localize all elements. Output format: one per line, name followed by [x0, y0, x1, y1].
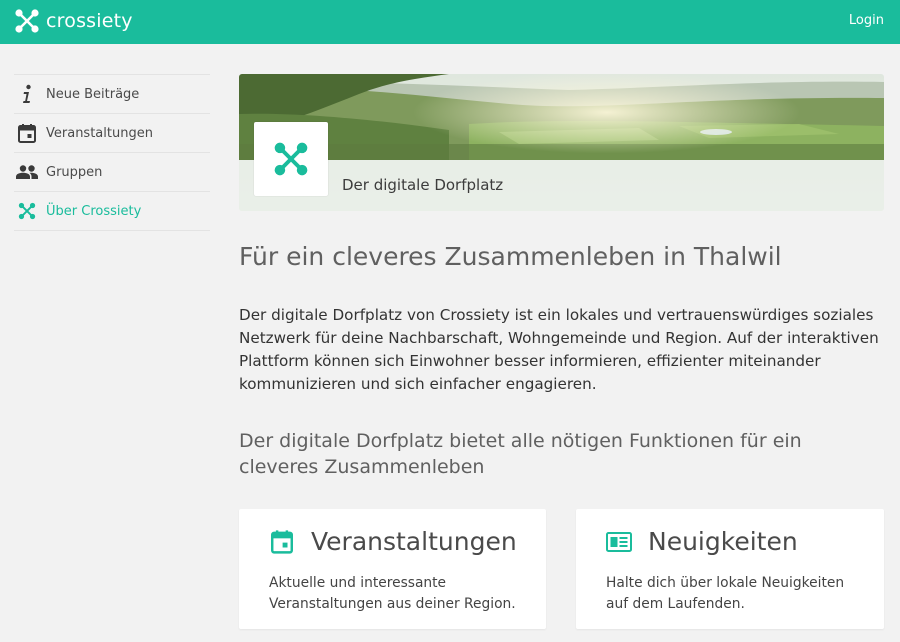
crossiety-logo-icon	[15, 9, 39, 33]
brand-home-link[interactable]: crossiety	[14, 8, 133, 34]
feature-card-header: Veranstaltungen	[269, 527, 517, 557]
sidebar-item-label: Gruppen	[46, 164, 103, 180]
sidebar-item-veranstaltungen[interactable]: Veranstaltungen	[14, 114, 210, 153]
login-link[interactable]: Login	[849, 13, 884, 28]
calendar-icon	[16, 122, 38, 144]
info-icon	[16, 83, 38, 105]
feature-card-veranstaltungen: Veranstaltungen Aktuelle und interessant…	[239, 509, 546, 629]
sidebar-item-gruppen[interactable]: Gruppen	[14, 153, 210, 192]
page-title: Für ein cleveres Zusammenleben in Thalwi…	[239, 242, 782, 271]
feature-card-neuigkeiten: Neuigkeiten Halte dich über lokale Neuig…	[576, 509, 884, 629]
sidebar-item-label: Veranstaltungen	[46, 125, 153, 141]
feature-card-text: Halte dich über lokale Neuigkeiten auf d…	[606, 575, 845, 612]
feature-card-text: Aktuelle und interessante Veranstaltunge…	[269, 575, 516, 612]
sidebar-item-neue-beitraege[interactable]: Neue Beiträge	[14, 75, 210, 114]
calendar-icon	[269, 529, 295, 555]
top-bar: crossiety Login	[0, 0, 900, 44]
people-icon	[16, 161, 38, 183]
feature-card-title: Neuigkeiten	[648, 527, 798, 556]
hero-tagline: Der digitale Dorfplatz	[342, 176, 504, 194]
hero-banner: Der digitale Dorfplatz	[239, 74, 884, 211]
sidebar-item-label: Neue Beiträge	[46, 86, 140, 102]
newspaper-icon	[606, 529, 632, 555]
feature-card-title: Veranstaltungen	[311, 527, 517, 556]
brand-name: crossiety	[46, 10, 133, 32]
sidebar-nav: Neue Beiträge Veranstaltungen Gruppen Üb…	[14, 74, 210, 231]
hero-logo	[254, 122, 328, 196]
crossiety-logo-icon	[16, 200, 38, 222]
hero-caption-band	[239, 160, 884, 211]
sidebar-item-ueber-crossiety[interactable]: Über Crossiety	[14, 192, 210, 231]
intro-paragraph: Der digitale Dorfplatz von Crossiety ist…	[239, 306, 879, 393]
features-subheading: Der digitale Dorfplatz bietet alle nötig…	[239, 430, 802, 478]
crossiety-logo-icon	[274, 142, 308, 176]
feature-card-header: Neuigkeiten	[606, 527, 798, 557]
sidebar-item-label: Über Crossiety	[46, 203, 142, 219]
